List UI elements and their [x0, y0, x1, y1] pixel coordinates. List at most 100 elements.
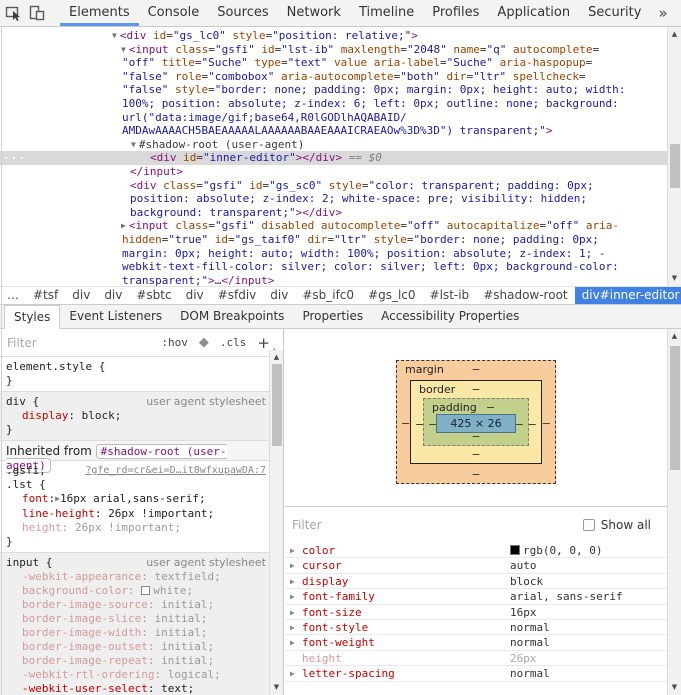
dom-node-line[interactable]: <div class="gsfi" id="gs_sc0" style="col…: [0, 179, 667, 193]
computed-row-letter-spacing[interactable]: ▶letter-spacingnormal: [285, 666, 667, 681]
expand-property-icon[interactable]: ▶: [290, 589, 295, 604]
scroll-up-icon[interactable]: ▲: [668, 330, 681, 343]
tab-dom-breakpoints[interactable]: DOM Breakpoints: [171, 305, 293, 328]
computed-row-color[interactable]: ▶colorrgb(0, 0, 0): [285, 543, 667, 558]
dom-node-line[interactable]: webkit-text-fill-color: silver; color: s…: [0, 260, 667, 274]
scroll-down-icon[interactable]: ▼: [270, 681, 283, 694]
scroll-up-icon[interactable]: ▲: [668, 28, 681, 41]
tab-console[interactable]: Console: [139, 0, 209, 26]
css-property-display[interactable]: display: block;: [6, 409, 266, 423]
box-model-margin[interactable]: margin − − − − border − − − − padding − …: [396, 360, 556, 484]
dom-node-line[interactable]: "off" title="Suche" type="text" value ar…: [0, 56, 667, 70]
expand-property-icon[interactable]: ▶: [290, 558, 295, 573]
tab-properties[interactable]: Properties: [293, 305, 372, 328]
new-style-rule-button[interactable]: +: [257, 336, 270, 350]
dom-node-line[interactable]: ▶<input class="gsfi" disabled autocomple…: [0, 219, 667, 233]
toggle-class-button[interactable]: .cls: [220, 336, 247, 349]
tab-network[interactable]: Network: [278, 0, 350, 26]
breadcrumb-item[interactable]: #shadow-root: [476, 287, 574, 305]
breadcrumb-item[interactable]: div: [179, 287, 211, 305]
margin-bottom-value[interactable]: −: [471, 468, 480, 481]
css-property-border-image-source[interactable]: border-image-source: initial;: [6, 598, 266, 612]
dom-node-selected[interactable]: <div id="inner-editor"></div> == $0...: [0, 151, 667, 165]
more-tabs-icon[interactable]: »: [650, 0, 675, 26]
computed-row-display[interactable]: ▶displayblock: [285, 574, 667, 589]
breadcrumb-item[interactable]: div: [97, 287, 129, 305]
css-property--webkit-rtl-ordering[interactable]: -webkit-rtl-ordering: logical;: [6, 668, 266, 682]
dom-node-line[interactable]: transparent;">…</input>: [0, 274, 667, 286]
border-right-value[interactable]: −: [528, 418, 537, 431]
breadcrumb-item[interactable]: #sfdiv: [211, 287, 264, 305]
breadcrumb-item[interactable]: #tsf: [26, 287, 65, 305]
css-property--webkit-user-select[interactable]: -webkit-user-select: text;: [6, 682, 266, 695]
dom-node-line[interactable]: 100%; position: absolute; z-index: 6; le…: [0, 97, 667, 111]
computed-row-font-family[interactable]: ▶font-familyarial, sans-serif: [285, 589, 667, 604]
element-state-diamond-icon[interactable]: ◆: [199, 335, 209, 350]
padding-top-value[interactable]: −: [486, 401, 495, 414]
expand-property-icon[interactable]: ▶: [290, 666, 295, 681]
scrollbar-thumb[interactable]: [670, 144, 680, 188]
dom-node-line[interactable]: background: transparent;"></div>: [0, 206, 667, 220]
expand-property-icon[interactable]: ▶: [290, 543, 295, 558]
color-swatch[interactable]: [141, 586, 150, 595]
dom-node-line[interactable]: position: absolute; z-index: 2; white-sp…: [0, 192, 667, 206]
tab-elements[interactable]: Elements: [60, 0, 139, 26]
scroll-down-icon[interactable]: ▼: [668, 681, 681, 694]
breadcrumb-item[interactable]: #sb_ifc0: [295, 287, 361, 305]
expand-property-icon[interactable]: ▶: [290, 605, 295, 620]
breadcrumb-item[interactable]: #sbtc: [129, 287, 178, 305]
css-property-border-image-slice[interactable]: border-image-slice: initial;: [6, 612, 266, 626]
expand-property-icon[interactable]: ▶: [290, 635, 295, 650]
css-property-border-image-width[interactable]: border-image-width: initial;: [6, 626, 266, 640]
breadcrumb-item[interactable]: div#inner-editor: [575, 287, 681, 305]
scroll-up-icon[interactable]: ▲: [270, 351, 283, 364]
css-selector-line[interactable]: ?gfe_rd=cr&ei=D…it8wfxupawDA:7.gsfi,: [6, 464, 266, 478]
css-property-background-color[interactable]: background-color: white;: [6, 584, 266, 598]
css-selector-line[interactable]: user agent stylesheetinput {: [6, 556, 266, 570]
dom-node-line[interactable]: </input>: [0, 165, 667, 179]
computed-row-cursor[interactable]: ▶cursorauto: [285, 558, 667, 573]
expand-shorthand-icon[interactable]: ▶: [55, 492, 60, 506]
breadcrumb-item[interactable]: #gs_lc0: [361, 287, 423, 305]
scroll-down-icon[interactable]: ▼: [668, 272, 681, 285]
dom-node-line[interactable]: ▼<input class="gsfi" id="lst-ib" maxleng…: [0, 43, 667, 57]
css-property-border-image-repeat[interactable]: border-image-repeat: initial;: [6, 654, 266, 668]
breadcrumb-item[interactable]: div: [65, 287, 97, 305]
dom-node-line[interactable]: AMDAwAAAACH5BAEAAAAALAAAAAABAAEAAAICRAEA…: [0, 124, 667, 138]
css-property-border-image-outset[interactable]: border-image-outset: initial;: [6, 640, 266, 654]
padding-right-value[interactable]: −: [515, 418, 524, 431]
dom-node-line[interactable]: url("data:image/gif;base64,R0lGODlhAQABA…: [0, 111, 667, 125]
tab-security[interactable]: Security: [579, 0, 650, 26]
box-model-content[interactable]: 425 × 26: [436, 414, 516, 433]
computed-row-font-weight[interactable]: ▶font-weightnormal: [285, 635, 667, 650]
styles-filter-input[interactable]: [0, 335, 110, 351]
computed-scrollbar[interactable]: ▲ ▼: [667, 329, 681, 695]
dom-node-line[interactable]: "false" role="combobox" aria-autocomplet…: [0, 70, 667, 84]
dom-node-line[interactable]: hidden="true" id="gs_taif0" dir="ltr" st…: [0, 233, 667, 247]
tab-timeline[interactable]: Timeline: [350, 0, 423, 26]
margin-top-value[interactable]: −: [471, 363, 480, 376]
show-all-checkbox[interactable]: [583, 519, 595, 531]
inspect-element-icon[interactable]: [5, 2, 23, 24]
device-toolbar-icon[interactable]: [28, 2, 46, 24]
box-model-padding[interactable]: padding − − − − 425 × 26: [423, 398, 529, 446]
css-selector-line[interactable]: .lst {: [6, 478, 266, 492]
breadcrumb-item[interactable]: …: [0, 287, 26, 305]
css-property-height[interactable]: height: 26px !important;: [6, 521, 266, 535]
scrollbar-thumb[interactable]: [670, 346, 680, 470]
css-property-line-height[interactable]: line-height: 26px !important;: [6, 507, 266, 521]
dom-node-line[interactable]: ▼<div id="gs_lc0" style="position: relat…: [0, 29, 667, 43]
dom-node-line[interactable]: ▼#shadow-root (user-agent): [0, 138, 667, 152]
css-selector-line[interactable]: element.style {: [6, 360, 266, 374]
tab-accessibility-properties[interactable]: Accessibility Properties: [372, 305, 528, 328]
computed-row-font-size[interactable]: ▶font-size16px: [285, 605, 667, 620]
tab-application[interactable]: Application: [488, 0, 579, 26]
border-bottom-value[interactable]: −: [471, 448, 480, 461]
margin-left-value[interactable]: −: [401, 417, 410, 430]
breadcrumb-item[interactable]: #lst-ib: [423, 287, 477, 305]
elements-scrollbar[interactable]: ▲ ▼: [667, 27, 681, 286]
tab-sources[interactable]: Sources: [208, 0, 277, 26]
expand-property-icon[interactable]: ▶: [290, 574, 295, 589]
css-selector-line[interactable]: user agent stylesheetdiv {: [6, 395, 266, 409]
toggle-hover-state-button[interactable]: :hov: [161, 336, 188, 349]
